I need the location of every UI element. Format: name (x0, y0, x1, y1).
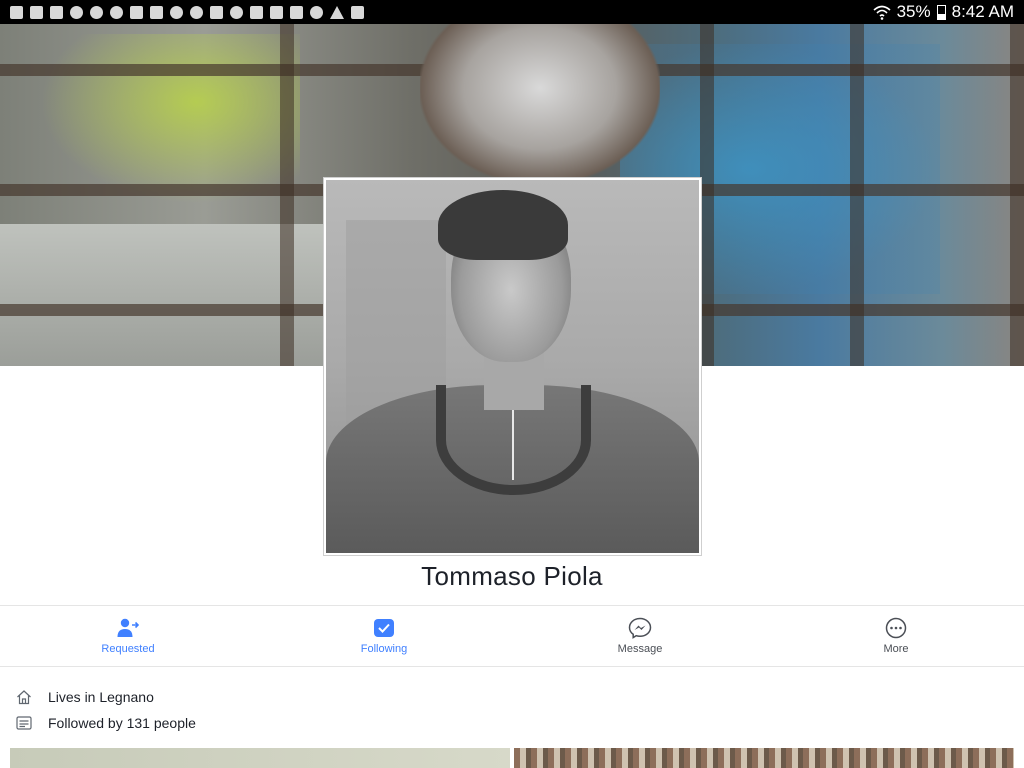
shield-icon (30, 5, 43, 19)
followers-feed-icon (16, 715, 32, 731)
bell-icon (70, 5, 83, 19)
requested-label: Requested (101, 643, 155, 655)
profile-picture[interactable] (324, 178, 701, 555)
more-button[interactable]: More (768, 606, 1024, 666)
chess-pawn-icon (170, 5, 183, 19)
photo-thumbnail[interactable] (10, 748, 510, 768)
weather-icon (230, 5, 243, 19)
image-icon (210, 5, 223, 19)
requested-button[interactable]: Requested (0, 606, 256, 666)
chess-pawn-icon (110, 5, 123, 19)
battery-icon (936, 4, 946, 20)
shield-icon (50, 5, 63, 19)
following-label: Following (360, 643, 408, 655)
followed-by-row[interactable]: Followed by 131 people (16, 710, 196, 736)
status-bar: 35% 8:42 AM (0, 0, 1024, 24)
messenger-icon (628, 617, 652, 639)
warning-icon (330, 5, 344, 19)
notification-icons (10, 5, 364, 19)
photo-thumbnails (10, 748, 1014, 768)
home-icon (16, 689, 32, 705)
wrench-icon (130, 5, 143, 19)
followed-by-text: Followed by 131 people (48, 715, 196, 731)
profile-name: Tommaso Piola (421, 561, 603, 591)
lives-in-text: Lives in Legnano (48, 689, 154, 705)
google-plus-icon (351, 5, 364, 19)
more-label: More (883, 643, 909, 655)
add-friend-icon (116, 617, 140, 639)
dollar-icon (310, 5, 323, 19)
lives-in-row: Lives in Legnano (16, 684, 196, 710)
intro-section: Lives in Legnano Followed by 131 people (16, 684, 196, 736)
following-check-icon (372, 617, 396, 639)
wrench-icon (150, 5, 163, 19)
notes-icon (290, 5, 303, 19)
chess-pawn-icon (90, 5, 103, 19)
profile-action-bar: Requested Following Message More (0, 605, 1024, 667)
following-button[interactable]: Following (256, 606, 512, 666)
shield-icon (270, 5, 283, 19)
message-button[interactable]: Message (512, 606, 768, 666)
message-label: Message (617, 643, 663, 655)
more-dots-icon (884, 617, 908, 639)
wifi-icon (873, 5, 891, 20)
photo-thumbnail[interactable] (514, 748, 1014, 768)
clock: 8:42 AM (951, 2, 1014, 21)
shield-icon (10, 5, 23, 19)
flag-icon (250, 5, 263, 19)
chess-pawn-icon (190, 5, 203, 19)
battery-percent: 35% (896, 2, 931, 21)
